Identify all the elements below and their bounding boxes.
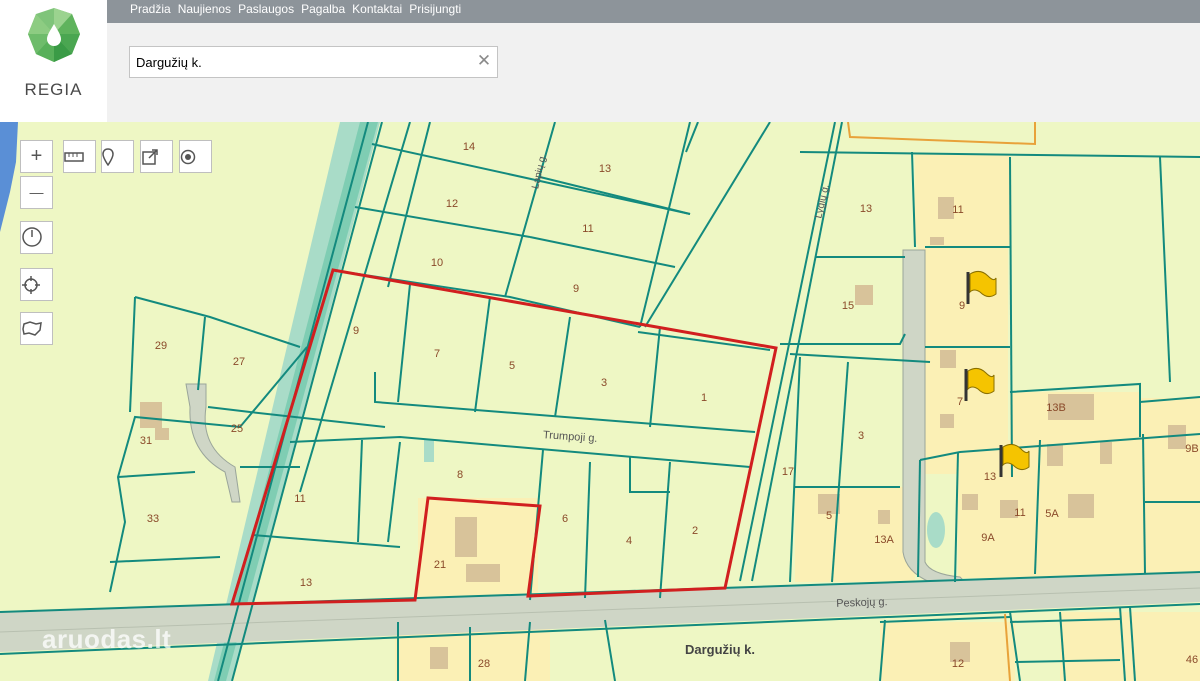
parcel-label: 2 — [692, 525, 698, 537]
nav-link-help[interactable]: Pagalba — [301, 2, 345, 16]
parcel-label: 13 — [860, 203, 872, 215]
export-icon — [142, 149, 158, 165]
parcel-label: 13 — [599, 163, 611, 175]
parcel-label: 10 — [431, 257, 443, 269]
cadastral-map[interactable]: 14 13 12 11 10 9 9 7 5 3 1 29 27 31 25 3… — [0, 122, 1200, 681]
street-label: Lygių g. — [813, 183, 832, 219]
parcel-label: 12 — [446, 198, 458, 210]
parcel-label: 29 — [155, 340, 167, 352]
history-icon — [22, 227, 42, 247]
parcel-label: 11 — [1014, 507, 1025, 519]
parcel-label: 25 — [231, 423, 243, 435]
parcel-label: 31 — [140, 435, 152, 447]
nav-link-login[interactable]: Prisijungti — [409, 2, 461, 16]
ruler-icon — [64, 152, 84, 162]
header: REGIA Pradžia Naujienos Paslaugos Pagalba Ko… — [0, 0, 1200, 122]
locate-button[interactable] — [20, 268, 53, 301]
parcel-label: 14 — [463, 141, 475, 153]
parcel-label: 9B — [1185, 443, 1198, 455]
parcel-label: 11 — [582, 223, 593, 235]
locate-icon — [22, 276, 40, 294]
measure-button[interactable] — [63, 140, 96, 173]
street-label: Lapių g. — [530, 153, 549, 190]
zoom-out-button[interactable]: — — [20, 176, 53, 209]
pin-button[interactable] — [101, 140, 134, 173]
parcel-label: 3 — [858, 430, 864, 442]
logo-icon — [28, 8, 80, 62]
nav-link-news[interactable]: Naujienos — [178, 2, 231, 16]
nav-link-services[interactable]: Paslaugos — [238, 2, 294, 16]
parcel-label: 8 — [457, 469, 463, 481]
zoom-in-icon: + — [30, 145, 43, 167]
parcel-label: 4 — [626, 535, 632, 547]
parcel-label: 9 — [353, 325, 359, 337]
parcel-label: 13B — [1046, 402, 1066, 414]
area-button[interactable] — [20, 312, 53, 345]
parcel-label: 9 — [573, 283, 579, 295]
nav-link-contacts[interactable]: Kontaktai — [352, 2, 402, 16]
parcel-label: 3 — [601, 377, 607, 389]
parcel-label: 1 — [701, 392, 707, 404]
export-button[interactable] — [140, 140, 173, 173]
parcel-label: 9A — [981, 532, 995, 544]
parcel-label: 27 — [233, 356, 245, 368]
search-box: ✕ — [129, 46, 498, 78]
built-zone — [915, 154, 1010, 244]
target-icon — [180, 149, 196, 165]
parcel-label: 11 — [294, 493, 305, 505]
parcel-label: 21 — [434, 559, 446, 571]
parcel-label: 9 — [959, 300, 965, 312]
parcel-label: 11 — [952, 204, 963, 216]
parcel-label: 17 — [782, 466, 794, 478]
street-label: Trumpoji g. — [543, 429, 598, 445]
village-label: Dargužių k. — [685, 642, 755, 657]
parcel-label: 5 — [826, 510, 832, 522]
area-icon — [22, 321, 42, 336]
logo[interactable]: REGIA — [0, 0, 107, 122]
top-navigation: Pradžia Naujienos Paslaugos Pagalba Kontakta… — [107, 0, 1200, 23]
street-label: Peskojų g. — [836, 596, 888, 610]
logo-text: REGIA — [24, 80, 83, 99]
clear-search-icon[interactable]: ✕ — [475, 50, 493, 72]
parcel-label: 33 — [147, 513, 159, 525]
parcel-label: 15 — [842, 300, 854, 312]
parcel-label: 28 — [478, 658, 490, 670]
parcel-label: 7 — [957, 396, 963, 408]
watermark: aruodas.lt — [42, 624, 172, 654]
parcel-label: 13 — [300, 577, 312, 589]
parcel-label: 7 — [434, 348, 440, 360]
target-button[interactable] — [179, 140, 212, 173]
map-view[interactable]: 14 13 12 11 10 9 9 7 5 3 1 29 27 31 25 3… — [0, 122, 1200, 681]
zoom-in-button[interactable]: + — [20, 140, 53, 173]
parcel-label: 46 — [1186, 654, 1198, 666]
parcel-label: 13 — [984, 471, 996, 483]
zoom-out-icon: — — [29, 184, 44, 200]
nav-link-home[interactable]: Pradžia — [130, 2, 171, 16]
parcel-label: 12 — [952, 658, 964, 670]
history-button[interactable] — [20, 221, 53, 254]
water-body — [0, 122, 18, 232]
parcel-label: 5 — [509, 360, 515, 372]
parcel-label: 5A — [1045, 508, 1059, 520]
parcel-label: 13A — [874, 534, 894, 546]
search-input[interactable] — [136, 53, 466, 71]
parcel-label: 6 — [562, 513, 568, 525]
pin-icon — [102, 148, 114, 166]
